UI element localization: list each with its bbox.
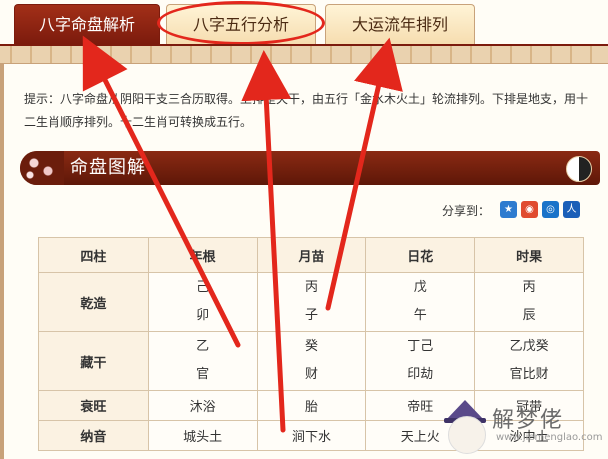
table-cell: 丙 [304,280,318,295]
table-cell: 丙 [522,280,536,295]
tip-text: 提示：八字命盘从阴阳干支三合历取得。上排是天干，由五行「金水木火土」轮流排列。下… [24,92,589,129]
watermark: 解梦佬 www.jiemenglao.com [442,396,608,459]
renren-icon[interactable]: 人 [563,201,580,218]
table-cell: 财 [304,367,318,382]
table-cell: 丁己 [407,339,434,354]
fortune-teller-face-icon [448,416,486,454]
tab-bar: 八字命盘解析 八字五行分析 大运流年排列 [0,0,608,45]
table-cell: 己 [196,280,210,295]
table-cell: 城头土 [147,420,258,451]
table-cell: 印劫 [407,367,434,382]
qzone-icon[interactable]: ★ [500,201,517,218]
tab-luck-cycles[interactable]: 大运流年排列 [325,4,475,44]
table-cell: 午 [413,308,427,323]
section-title: 命盘图解 [70,157,146,178]
watermark-name: 解梦佬 [492,408,565,433]
table-cell: 乙 [196,339,210,354]
table-header-row: 四柱 年根 月苗 日花 时果 [38,237,584,273]
tencent-weibo-icon[interactable]: ◎ [542,201,559,218]
row-label: 纳音 [38,420,149,451]
table-cell: 官比财 [509,367,549,382]
weibo-icon[interactable]: ◉ [521,201,538,218]
table-cell: 辰 [522,308,536,323]
header-cell: 四柱 [38,237,149,273]
header-cell: 日花 [365,237,476,273]
table-row: 乾造 己卯 丙子 戊午 丙辰 [38,272,584,332]
frame-edge [0,64,4,459]
decorative-border [0,44,608,64]
table-cell: 卯 [196,308,210,323]
header-cell: 月苗 [256,237,367,273]
header-cell: 时果 [474,237,584,273]
table-cell: 癸 [304,339,318,354]
plum-blossom-icon [20,151,64,185]
table-cell: 戊 [413,280,427,295]
table-cell: 胎 [256,390,367,421]
table-cell: 官 [196,367,210,382]
table-cell: 沐浴 [147,390,258,421]
row-label: 藏干 [38,331,149,391]
tab-bazi-chart-analysis[interactable]: 八字命盘解析 [14,4,160,44]
watermark-url: www.jiemenglao.com [496,432,603,443]
table-cell: 涧下水 [256,420,367,451]
header-cell: 年根 [147,237,258,273]
table-row: 藏干 乙官 癸财 丁己印劫 乙戊癸官比财 [38,331,584,391]
table-cell: 乙戊癸 [509,339,549,354]
row-label: 衰旺 [38,390,149,421]
tab-bazi-five-elements[interactable]: 八字五行分析 [166,4,316,44]
share-label: 分享到： [442,204,491,218]
row-label: 乾造 [38,272,149,332]
section-banner: 命盘图解 [20,151,600,185]
yin-yang-icon [566,156,592,182]
table-cell: 子 [304,308,318,323]
